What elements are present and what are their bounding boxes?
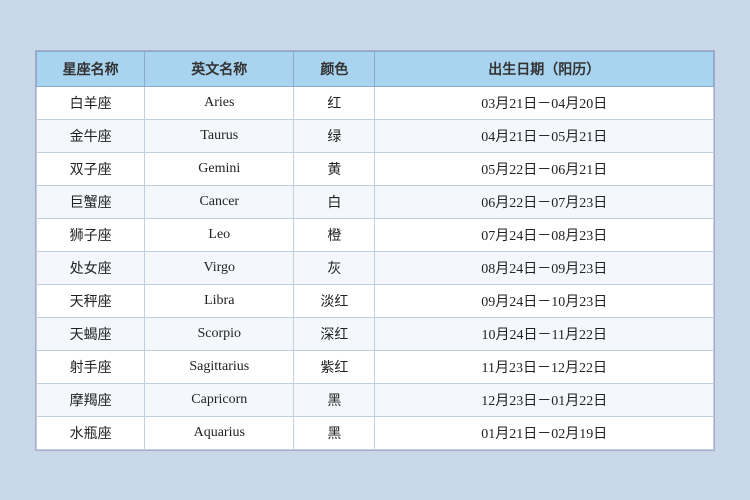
cell-date: 11月23日－12月22日	[375, 350, 714, 383]
table-row: 摩羯座Capricorn黑12月23日－01月22日	[37, 383, 714, 416]
header-english: 英文名称	[145, 51, 294, 86]
cell-chinese: 双子座	[37, 152, 145, 185]
cell-color: 绿	[294, 119, 375, 152]
table-row: 双子座Gemini黄05月22日－06月21日	[37, 152, 714, 185]
cell-english: Taurus	[145, 119, 294, 152]
cell-chinese: 白羊座	[37, 86, 145, 119]
cell-chinese: 水瓶座	[37, 416, 145, 449]
zodiac-table-container: 星座名称 英文名称 颜色 出生日期（阳历） 白羊座Aries红03月21日－04…	[35, 50, 715, 451]
cell-date: 10月24日－11月22日	[375, 317, 714, 350]
cell-date: 03月21日－04月20日	[375, 86, 714, 119]
cell-date: 12月23日－01月22日	[375, 383, 714, 416]
cell-english: Aries	[145, 86, 294, 119]
table-row: 白羊座Aries红03月21日－04月20日	[37, 86, 714, 119]
cell-date: 09月24日－10月23日	[375, 284, 714, 317]
cell-color: 黑	[294, 383, 375, 416]
cell-color: 灰	[294, 251, 375, 284]
zodiac-table: 星座名称 英文名称 颜色 出生日期（阳历） 白羊座Aries红03月21日－04…	[36, 51, 714, 450]
cell-english: Leo	[145, 218, 294, 251]
cell-color: 紫红	[294, 350, 375, 383]
cell-chinese: 天秤座	[37, 284, 145, 317]
cell-color: 淡红	[294, 284, 375, 317]
cell-color: 黄	[294, 152, 375, 185]
cell-chinese: 天蝎座	[37, 317, 145, 350]
table-header-row: 星座名称 英文名称 颜色 出生日期（阳历）	[37, 51, 714, 86]
cell-color: 黑	[294, 416, 375, 449]
table-row: 巨蟹座Cancer白06月22日－07月23日	[37, 185, 714, 218]
cell-date: 08月24日－09月23日	[375, 251, 714, 284]
cell-english: Aquarius	[145, 416, 294, 449]
table-row: 处女座Virgo灰08月24日－09月23日	[37, 251, 714, 284]
cell-color: 橙	[294, 218, 375, 251]
table-row: 射手座Sagittarius紫红11月23日－12月22日	[37, 350, 714, 383]
cell-color: 深红	[294, 317, 375, 350]
cell-english: Cancer	[145, 185, 294, 218]
cell-english: Virgo	[145, 251, 294, 284]
cell-date: 01月21日－02月19日	[375, 416, 714, 449]
cell-color: 红	[294, 86, 375, 119]
table-row: 金牛座Taurus绿04月21日－05月21日	[37, 119, 714, 152]
cell-chinese: 金牛座	[37, 119, 145, 152]
cell-english: Libra	[145, 284, 294, 317]
cell-chinese: 狮子座	[37, 218, 145, 251]
cell-date: 06月22日－07月23日	[375, 185, 714, 218]
header-chinese: 星座名称	[37, 51, 145, 86]
header-date: 出生日期（阳历）	[375, 51, 714, 86]
cell-english: Sagittarius	[145, 350, 294, 383]
cell-english: Scorpio	[145, 317, 294, 350]
table-row: 天秤座Libra淡红09月24日－10月23日	[37, 284, 714, 317]
cell-color: 白	[294, 185, 375, 218]
cell-chinese: 射手座	[37, 350, 145, 383]
table-row: 狮子座Leo橙07月24日－08月23日	[37, 218, 714, 251]
cell-chinese: 巨蟹座	[37, 185, 145, 218]
header-color: 颜色	[294, 51, 375, 86]
cell-chinese: 处女座	[37, 251, 145, 284]
cell-date: 04月21日－05月21日	[375, 119, 714, 152]
cell-chinese: 摩羯座	[37, 383, 145, 416]
cell-english: Gemini	[145, 152, 294, 185]
table-row: 水瓶座Aquarius黑01月21日－02月19日	[37, 416, 714, 449]
cell-date: 07月24日－08月23日	[375, 218, 714, 251]
cell-date: 05月22日－06月21日	[375, 152, 714, 185]
table-row: 天蝎座Scorpio深红10月24日－11月22日	[37, 317, 714, 350]
cell-english: Capricorn	[145, 383, 294, 416]
